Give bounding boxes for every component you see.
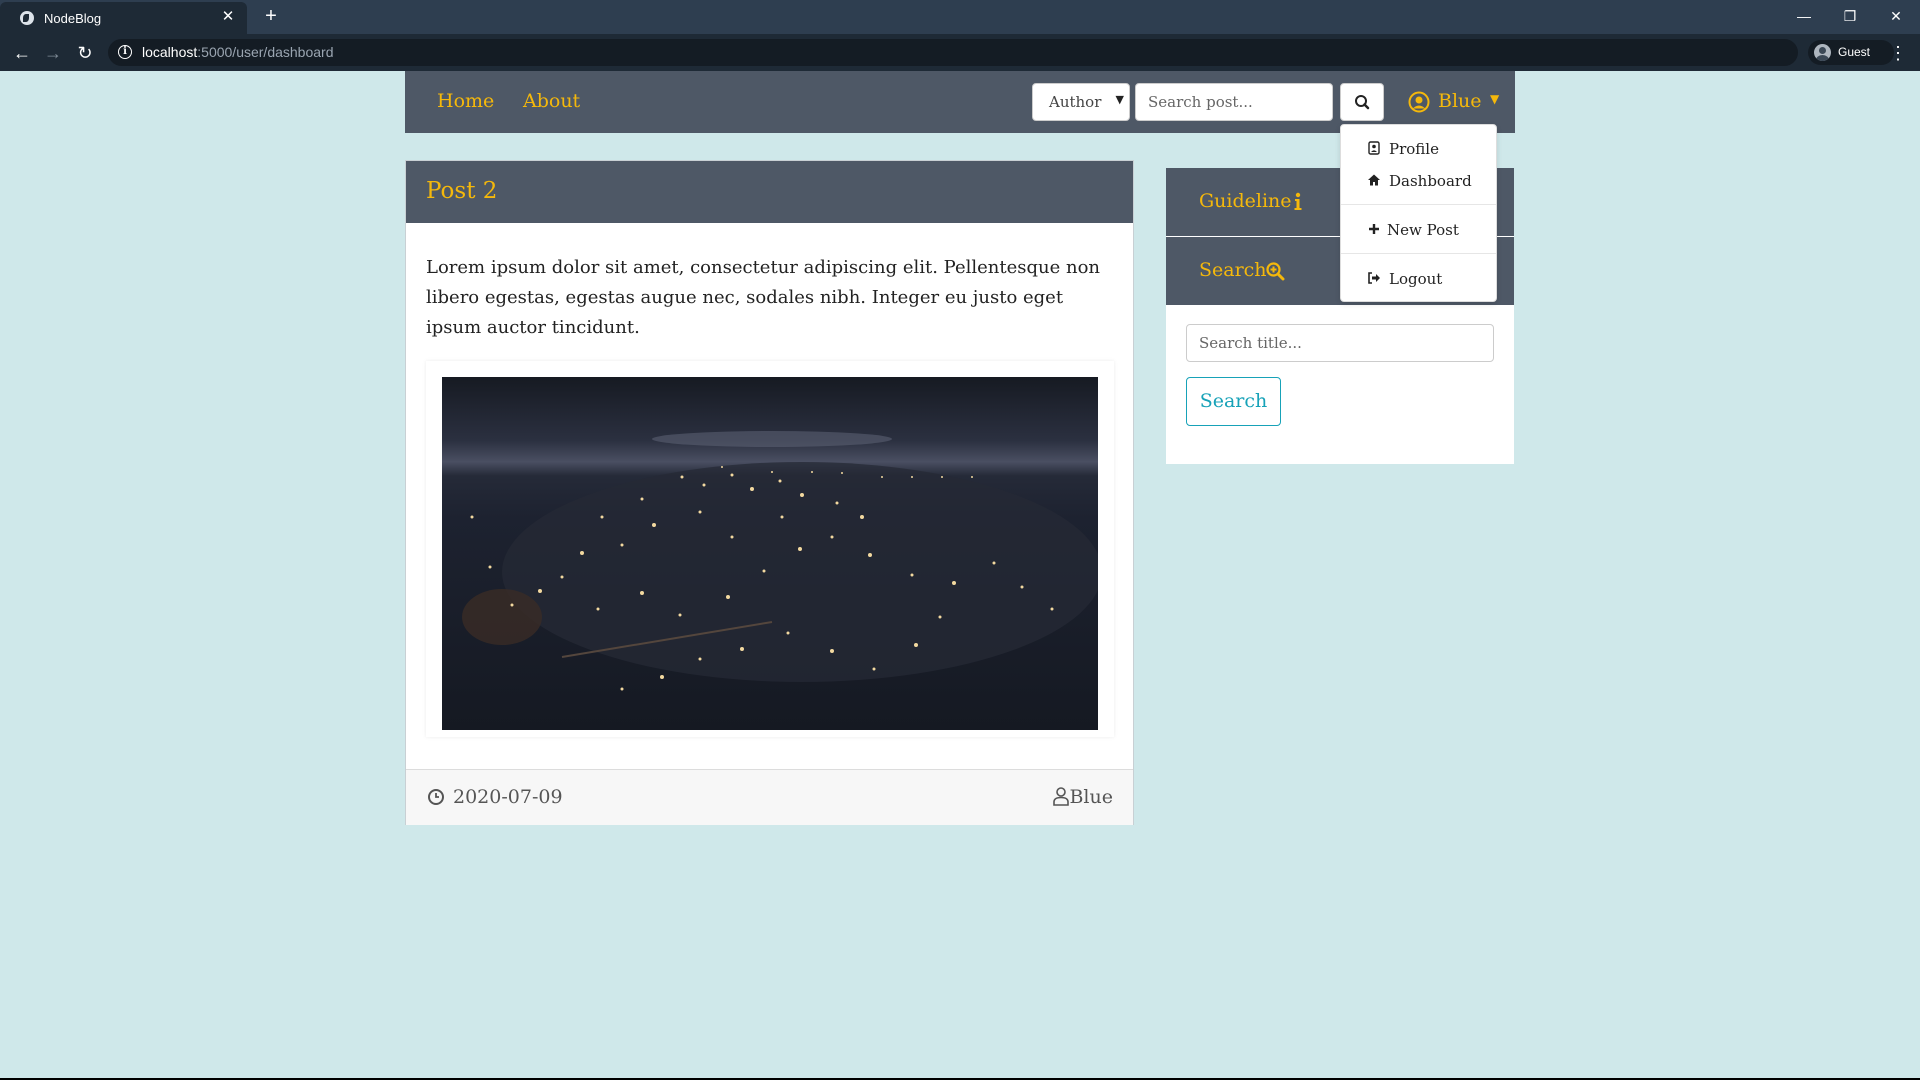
menu-item-label: Dashboard: [1389, 172, 1472, 190]
browser-tab-strip: NodeBlog ✕ + — ❐ ✕: [0, 0, 1920, 34]
user-circle-icon: [1408, 91, 1430, 113]
close-tab-icon[interactable]: ✕: [219, 8, 237, 26]
profile-name: Guest: [1838, 45, 1871, 59]
post-title[interactable]: Post 2: [426, 178, 497, 204]
menu-divider: [1341, 204, 1496, 205]
restore-icon[interactable]: ❐: [1830, 4, 1870, 28]
plus-icon: [1369, 224, 1379, 234]
post-image-frame: [426, 361, 1114, 737]
caret-down-icon: ▼: [1490, 92, 1500, 106]
user-name: Blue: [1438, 90, 1482, 112]
post-author[interactable]: Blue: [1069, 786, 1113, 808]
user-dropdown-menu: Profile Dashboard New Post Logout: [1340, 124, 1497, 302]
post-date: 2020-07-09: [453, 786, 563, 808]
post-card: Post 2 Lorem ipsum dolor sit amet, conse…: [405, 160, 1134, 825]
reload-icon[interactable]: ↻: [73, 41, 97, 65]
search-post-input[interactable]: [1136, 84, 1332, 120]
nav-about-link[interactable]: About: [523, 90, 580, 112]
clock-icon: [428, 789, 444, 805]
chevron-down-icon: ▼: [1115, 93, 1124, 106]
search-filter-select[interactable]: Author ▼: [1032, 83, 1130, 121]
sidebar-search-button[interactable]: Search: [1186, 377, 1281, 426]
site-favicon-icon: [20, 11, 34, 25]
user-icon: [1053, 787, 1069, 806]
info-icon: [1294, 192, 1302, 210]
menu-divider: [1341, 253, 1496, 254]
menu-item-dashboard[interactable]: Dashboard: [1341, 167, 1496, 195]
title-search-field[interactable]: [1186, 324, 1494, 362]
title-search-input[interactable]: [1187, 325, 1493, 361]
forward-icon[interactable]: →: [41, 41, 65, 65]
menu-item-label: Profile: [1389, 140, 1439, 158]
minimize-icon[interactable]: —: [1784, 4, 1824, 28]
back-icon[interactable]: ←: [10, 41, 34, 65]
guideline-title: Guideline: [1199, 190, 1292, 212]
home-icon: [1368, 174, 1380, 186]
url-text: localhost:5000/user/dashboard: [142, 44, 334, 60]
browser-tab[interactable]: NodeBlog ✕: [0, 2, 247, 34]
page-viewport: Home About Author ▼ Blue ▼ Pos: [0, 71, 1920, 1078]
close-window-icon[interactable]: ✕: [1876, 4, 1916, 28]
post-footer: 2020-07-09 Blue: [406, 769, 1133, 825]
post-image: [442, 377, 1098, 730]
menu-item-new-post[interactable]: New Post: [1341, 216, 1496, 244]
address-bar: ← → ↻ i localhost:5000/user/dashboard Gu…: [0, 34, 1920, 71]
search-filter-value: Author: [1049, 93, 1102, 111]
profile-card-icon: [1368, 141, 1380, 155]
zoom-in-icon: [1266, 262, 1285, 281]
avatar-icon: [1814, 44, 1831, 61]
search-title: Search: [1199, 259, 1267, 281]
browser-menu-icon[interactable]: ⋮: [1888, 41, 1908, 65]
browser-profile-button[interactable]: Guest: [1808, 40, 1894, 65]
search-icon: [1355, 95, 1370, 110]
post-header: Post 2: [406, 161, 1133, 223]
site-info-icon[interactable]: i: [118, 45, 132, 59]
tab-title: NodeBlog: [44, 11, 102, 26]
search-post-button[interactable]: [1340, 83, 1384, 121]
url-field[interactable]: i localhost:5000/user/dashboard: [108, 39, 1798, 66]
post-body: Lorem ipsum dolor sit amet, consectetur …: [426, 257, 1101, 338]
search-post-field[interactable]: [1135, 83, 1333, 121]
new-tab-icon[interactable]: +: [260, 5, 282, 27]
nav-home-link[interactable]: Home: [437, 90, 494, 112]
menu-item-logout[interactable]: Logout: [1341, 265, 1496, 293]
menu-item-label: Logout: [1389, 270, 1443, 288]
menu-item-profile[interactable]: Profile: [1341, 135, 1496, 163]
sign-out-icon: [1368, 272, 1380, 284]
menu-item-label: New Post: [1387, 221, 1459, 239]
